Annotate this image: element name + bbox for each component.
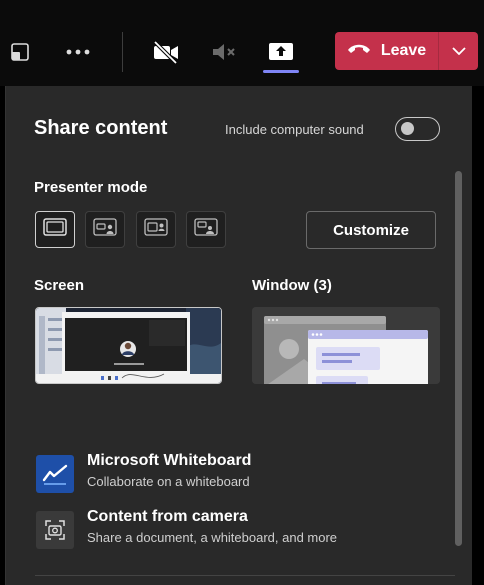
camera-capture-icon (36, 511, 74, 549)
customize-button[interactable]: Customize (306, 211, 436, 249)
meeting-toolbar: Leave (0, 14, 484, 86)
panel-divider (35, 575, 455, 576)
list-item-whiteboard[interactable]: Microsoft Whiteboard Collaborate on a wh… (34, 452, 454, 494)
whiteboard-icon (36, 455, 74, 493)
leave-button-group: Leave (335, 32, 478, 70)
window-illustration-icon (252, 307, 440, 384)
include-sound-toggle[interactable] (395, 117, 440, 141)
leave-button[interactable]: Leave (335, 32, 438, 70)
presenter-mode-content-only[interactable] (35, 211, 75, 248)
window-share-thumbnail[interactable] (252, 307, 440, 384)
share-icon[interactable] (261, 32, 301, 72)
standout-icon (93, 218, 117, 241)
camera-content-title: Content from camera (87, 508, 248, 525)
whiteboard-subtitle: Collaborate on a whiteboard (87, 474, 250, 489)
hangup-icon (347, 42, 371, 60)
screen-share-thumbnail[interactable] (35, 307, 222, 384)
panel-title: Share content (34, 117, 168, 139)
reporter-icon (194, 218, 218, 241)
presenter-mode-side-by-side[interactable] (136, 211, 176, 248)
presenter-mode-label: Presenter mode (34, 179, 148, 196)
list-item-camera-content[interactable]: Content from camera Share a document, a … (34, 508, 454, 550)
camera-off-icon[interactable] (146, 32, 186, 72)
whiteboard-title: Microsoft Whiteboard (87, 452, 252, 469)
presenter-mode-standout[interactable] (85, 211, 125, 248)
share-content-panel: Share content Include computer sound Pre… (5, 86, 472, 585)
screen-preview-image (36, 308, 221, 383)
panel-scrollbar[interactable] (455, 171, 462, 546)
include-sound-label: Include computer sound (225, 122, 364, 137)
mic-muted-icon[interactable] (204, 32, 244, 72)
leave-options-button[interactable] (439, 32, 478, 70)
more-icon[interactable] (58, 32, 98, 72)
toolbar-divider (122, 32, 123, 72)
window-label: Window (3) (252, 277, 332, 294)
presenter-mode-reporter[interactable] (186, 211, 226, 248)
camera-content-subtitle: Share a document, a whiteboard, and more (87, 530, 338, 545)
chevron-down-icon (451, 42, 466, 60)
screen-label: Screen (34, 277, 85, 294)
title-strip (0, 0, 484, 14)
popout-icon[interactable] (0, 32, 40, 72)
share-active-indicator (263, 70, 299, 73)
side-by-side-icon (144, 218, 168, 241)
leave-label: Leave (380, 42, 427, 59)
content-only-icon (43, 218, 67, 241)
